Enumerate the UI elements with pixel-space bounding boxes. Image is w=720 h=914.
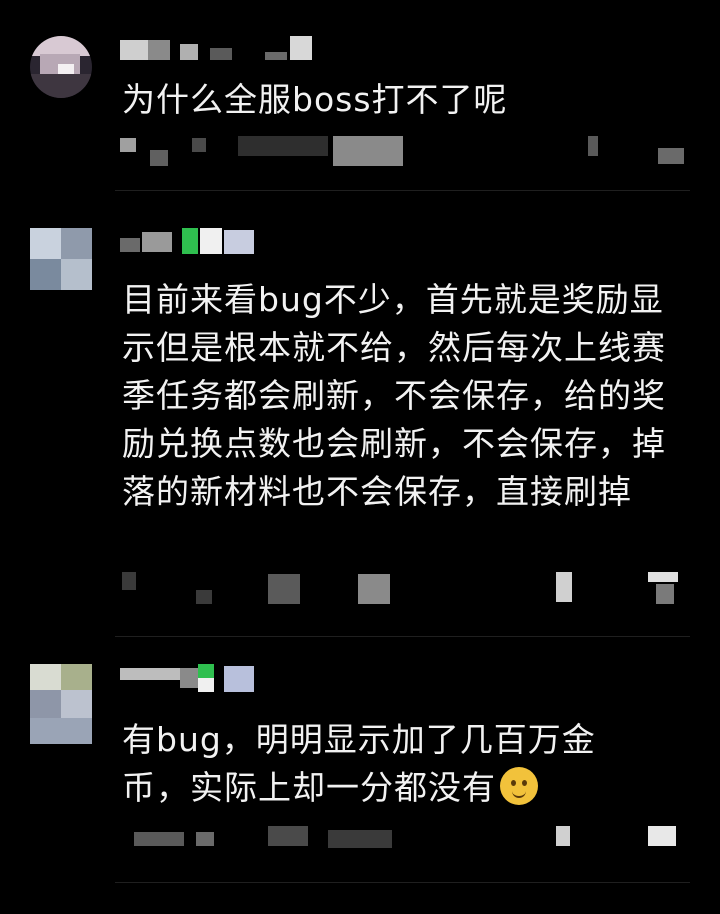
comment-text: 为什么全服boss打不了呢 (122, 80, 508, 119)
comment-meta-blurred (118, 826, 698, 870)
username-blurred[interactable] (120, 36, 320, 62)
divider (115, 882, 690, 883)
comment-text: 有bug，明明显示加了几百万金币，实际上却一分都没有 (122, 716, 642, 812)
comment-item: 目前来看bug不少，首先就是奖励显示但是根本就不给，然后每次上线赛季任务都会刷新… (0, 200, 720, 637)
comment-meta-blurred (118, 572, 698, 616)
username-blurred[interactable] (120, 228, 270, 254)
divider (115, 190, 690, 191)
comment-item: 为什么全服boss打不了呢 (0, 0, 720, 200)
comment-item: 有bug，明明显示加了几百万金币，实际上却一分都没有 (0, 640, 720, 914)
smiling-face-icon (500, 767, 538, 805)
avatar[interactable] (30, 664, 92, 744)
avatar[interactable] (30, 228, 92, 290)
divider (115, 636, 690, 637)
comment-text: 目前来看bug不少，首先就是奖励显示但是根本就不给，然后每次上线赛季任务都会刷新… (122, 280, 666, 511)
comment-meta-blurred (118, 132, 698, 176)
username-blurred[interactable] (120, 664, 260, 692)
avatar[interactable] (30, 36, 92, 98)
